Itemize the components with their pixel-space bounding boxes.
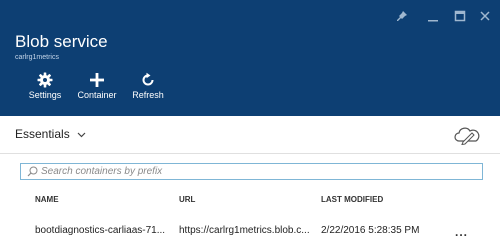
essentials-toggle[interactable]: Essentials bbox=[15, 127, 86, 141]
refresh-button[interactable]: Refresh bbox=[123, 72, 173, 112]
essentials-label: Essentials bbox=[15, 127, 70, 141]
column-header-url[interactable]: URL bbox=[179, 195, 195, 204]
row-name-cell: bootdiagnostics-carliaas-71... bbox=[35, 225, 166, 236]
plus-icon bbox=[90, 73, 104, 87]
edit-tags-icon[interactable] bbox=[452, 125, 482, 146]
search-box[interactable] bbox=[20, 163, 483, 180]
column-header-last-modified[interactable]: LAST MODIFIED bbox=[321, 195, 383, 204]
settings-button[interactable]: Settings bbox=[20, 72, 70, 112]
row-url-cell: https://carlrg1metrics.blob.c... bbox=[179, 225, 310, 236]
maximize-icon[interactable] bbox=[452, 8, 468, 24]
column-header-name[interactable]: NAME bbox=[35, 195, 59, 204]
refresh-label: Refresh bbox=[132, 90, 164, 100]
add-container-button[interactable]: Container bbox=[72, 72, 122, 112]
search-icon bbox=[27, 166, 38, 177]
search-input[interactable] bbox=[41, 164, 476, 179]
blade-header: Blob service carlrg1metrics Settings Con… bbox=[0, 0, 500, 116]
settings-label: Settings bbox=[28, 90, 62, 100]
blade-title: Blob service bbox=[15, 32, 108, 51]
pin-icon[interactable] bbox=[394, 8, 410, 24]
more-options-icon[interactable]: ... bbox=[455, 225, 468, 239]
blade-subtitle: carlrg1metrics bbox=[15, 54, 59, 61]
row-last-modified-cell: 2/22/2016 5:28:35 PM bbox=[321, 225, 420, 236]
minimize-icon[interactable] bbox=[425, 8, 441, 24]
gear-icon bbox=[37, 72, 53, 88]
section-divider bbox=[0, 153, 500, 154]
chevron-down-icon bbox=[77, 132, 86, 138]
container-label: Container bbox=[77, 90, 117, 100]
refresh-icon bbox=[142, 72, 154, 86]
close-icon[interactable] bbox=[477, 8, 493, 24]
